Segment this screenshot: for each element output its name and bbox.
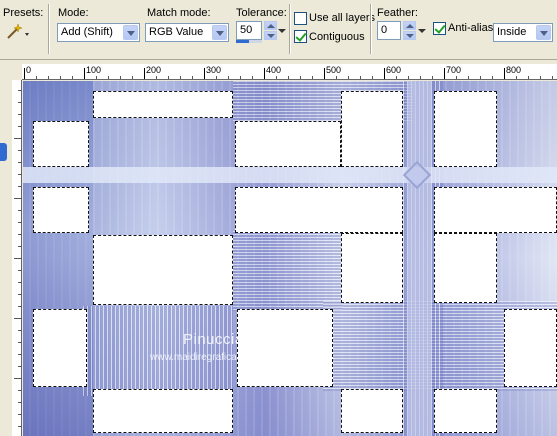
tolerance-slider-fill xyxy=(236,40,249,43)
presets-label: Presets: xyxy=(3,7,44,19)
match-mode-select[interactable]: RGB Value xyxy=(145,23,229,42)
anti-alias-label: Anti-alias xyxy=(448,22,494,34)
contiguous-checkbox[interactable] xyxy=(294,30,307,43)
match-mode-value: RGB Value xyxy=(149,26,204,38)
feather-value: 0 xyxy=(381,24,388,36)
watermark-title: Pinuccia xyxy=(183,331,244,348)
selection-rect xyxy=(235,187,403,233)
selection-rect xyxy=(434,187,557,233)
tolerance-dropdown-icon[interactable] xyxy=(277,21,287,40)
ruler-tick-label: 200 xyxy=(146,65,162,75)
feather-stepper[interactable] xyxy=(403,21,416,40)
selection-rect xyxy=(33,187,89,233)
chevron-down-icon[interactable] xyxy=(123,25,138,40)
anti-alias-checkbox[interactable] xyxy=(433,22,446,35)
selection-rect xyxy=(434,233,497,303)
selection-rect xyxy=(33,121,89,167)
selection-rect xyxy=(341,233,403,303)
selection-rect xyxy=(341,91,403,167)
feather-label: Feather: xyxy=(377,7,418,19)
palette-expand-tab[interactable] xyxy=(0,143,7,161)
ruler-tick-label: 400 xyxy=(266,65,282,75)
selection-rect xyxy=(93,235,233,305)
watermark-url: www.maidiregrafica.eu xyxy=(150,352,251,363)
ruler-tick-label: 600 xyxy=(386,65,402,75)
horizontal-ruler: 0 100 200 300 400 500 600 700 800 xyxy=(22,64,557,80)
chevron-down-icon[interactable] xyxy=(536,25,551,40)
image-canvas[interactable]: Pinuccia www.maidiregrafica.eu xyxy=(23,81,557,436)
anti-alias-mode-select[interactable]: Inside xyxy=(493,23,553,42)
texture-lines xyxy=(233,231,343,311)
horizontal-light-band xyxy=(23,167,557,183)
presets-button[interactable] xyxy=(4,23,32,41)
ruler-tick-marks xyxy=(14,90,22,427)
tolerance-label: Tolerance: xyxy=(236,7,287,19)
vertical-ruler xyxy=(12,80,22,436)
tolerance-slider-bar[interactable] xyxy=(236,40,262,43)
palette-edge xyxy=(0,80,12,436)
feather-input[interactable]: 0 xyxy=(377,21,401,40)
selection-rect xyxy=(33,309,87,387)
selection-rect xyxy=(504,309,557,387)
ruler-tick-label: 500 xyxy=(326,65,342,75)
spin-up-icon[interactable] xyxy=(264,21,277,30)
chevron-down-icon[interactable] xyxy=(212,25,227,40)
ruler-tick-marks xyxy=(24,68,553,79)
ruler-tick-label: 300 xyxy=(206,65,222,75)
selection-rect xyxy=(237,309,333,387)
mode-select[interactable]: Add (Shift) xyxy=(57,23,140,42)
vertical-light-band xyxy=(407,81,431,436)
separator xyxy=(289,4,291,54)
selection-rect xyxy=(341,389,403,433)
tolerance-value: 50 xyxy=(240,24,253,36)
selection-rect xyxy=(235,121,341,167)
use-all-layers-checkbox[interactable] xyxy=(294,12,307,25)
anti-alias-mode-value: Inside xyxy=(497,26,527,38)
selection-rect xyxy=(434,91,497,167)
selection-rect xyxy=(93,389,233,433)
ruler-tick-label: 100 xyxy=(86,65,102,75)
ruler-tick-label: 700 xyxy=(446,65,462,75)
use-all-layers-label: Use all layers xyxy=(309,12,376,24)
mode-value: Add (Shift) xyxy=(61,26,113,38)
tool-options-bar: Presets: Mode: Add (Shift) Match mode: R… xyxy=(0,0,557,60)
spin-up-icon[interactable] xyxy=(403,21,416,30)
mode-label: Mode: xyxy=(58,7,89,19)
contiguous-label: Contiguous xyxy=(309,31,365,43)
separator xyxy=(48,4,50,54)
texture-lines xyxy=(83,306,233,396)
spin-down-icon[interactable] xyxy=(264,31,277,40)
ruler-tick-label: 800 xyxy=(506,65,522,75)
selection-rect xyxy=(434,389,497,433)
tolerance-stepper[interactable] xyxy=(264,21,277,40)
separator xyxy=(370,4,372,54)
selection-rect xyxy=(93,91,233,118)
feather-dropdown-icon[interactable] xyxy=(417,21,427,40)
tolerance-input[interactable]: 50 xyxy=(236,21,262,40)
ruler-tick-label: 0 xyxy=(26,65,32,75)
match-mode-label: Match mode: xyxy=(147,7,211,19)
spin-down-icon[interactable] xyxy=(403,31,416,40)
magic-wand-icon xyxy=(7,23,29,39)
